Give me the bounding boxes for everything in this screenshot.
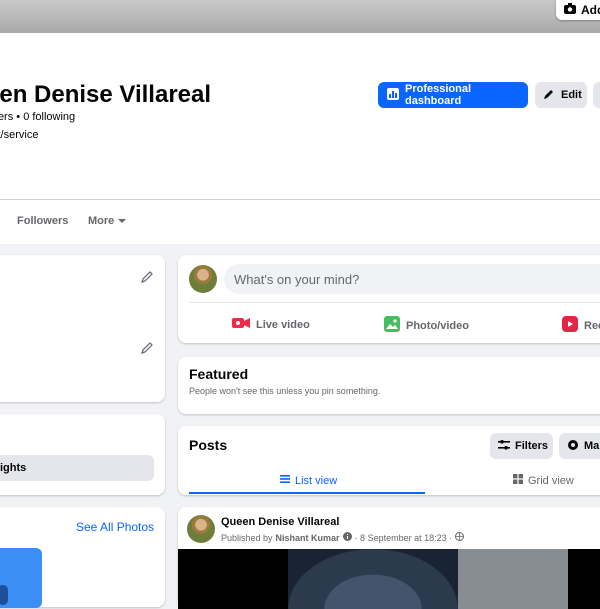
live-video-icon bbox=[232, 316, 250, 333]
reel-icon bbox=[562, 316, 578, 335]
post-image[interactable] bbox=[178, 549, 600, 609]
photo-video-button[interactable]: Photo/video bbox=[384, 316, 469, 335]
live-video-label: Live video bbox=[256, 318, 310, 331]
tab-followers[interactable]: Followers bbox=[17, 215, 68, 227]
tab-more-label: More bbox=[88, 215, 115, 227]
featured-subtitle: People won't see this unless you pin som… bbox=[189, 386, 381, 396]
see-all-photos-link[interactable]: See All Photos bbox=[76, 520, 154, 534]
caret-down-icon bbox=[118, 215, 127, 227]
whats-on-your-mind-input[interactable]: What's on your mind? bbox=[224, 264, 600, 294]
photo-thumbnail-detail bbox=[0, 585, 8, 605]
pencil-icon bbox=[543, 88, 555, 103]
list-icon bbox=[280, 474, 290, 487]
filters-label: Filters bbox=[515, 440, 549, 452]
photo-video-label: Photo/video bbox=[406, 319, 469, 332]
cover-photo bbox=[0, 0, 600, 33]
avatar[interactable] bbox=[189, 265, 217, 293]
post-author-avatar[interactable] bbox=[187, 515, 215, 543]
header-divider bbox=[0, 199, 600, 200]
profile-stats[interactable]: wers • 0 following bbox=[0, 111, 75, 123]
profile-category: ct/service bbox=[0, 129, 39, 141]
active-tab-indicator bbox=[189, 492, 425, 494]
tab-grid-view[interactable]: Grid view bbox=[513, 474, 574, 487]
professional-dashboard-button[interactable]: Professional dashboard bbox=[378, 82, 528, 108]
post-date[interactable]: · 8 September at 18:23 · bbox=[355, 533, 453, 543]
tab-list-view[interactable]: List view bbox=[280, 474, 337, 487]
dashboard-label: Professional dashboard bbox=[405, 83, 472, 107]
filters-button[interactable]: Filters bbox=[490, 433, 553, 459]
more-options-button[interactable] bbox=[593, 82, 600, 108]
reel-button[interactable]: Ree bbox=[562, 316, 600, 335]
dashboard-icon bbox=[387, 87, 399, 103]
add-cover-label: Add bbox=[581, 3, 600, 17]
composer-divider bbox=[189, 302, 600, 303]
post-author-name[interactable]: Queen Denise Villareal bbox=[221, 516, 339, 528]
post-publisher[interactable]: Nishant Kumar bbox=[276, 533, 340, 543]
tab-more[interactable]: More bbox=[88, 215, 127, 227]
post-image-subject bbox=[288, 549, 458, 609]
edit-label: Edit bbox=[561, 89, 582, 101]
edit-button[interactable]: Edit bbox=[535, 82, 587, 108]
post-meta-prefix: Published by bbox=[221, 532, 273, 543]
globe-icon bbox=[455, 532, 465, 543]
add-cover-photo-button[interactable]: Add bbox=[556, 0, 600, 20]
profile-name: een Denise Villareal bbox=[0, 81, 212, 108]
insights-button[interactable]: ights bbox=[0, 455, 154, 481]
list-view-label: List view bbox=[295, 474, 338, 487]
info-icon[interactable] bbox=[342, 532, 352, 543]
grid-view-label: Grid view bbox=[528, 474, 574, 487]
camera-icon bbox=[564, 3, 576, 17]
post-meta: Published by Nishant Kumar · 8 September… bbox=[221, 532, 465, 543]
posts-title: Posts bbox=[189, 437, 228, 453]
profile-header: een Denise Villareal wers • 0 following … bbox=[0, 33, 600, 244]
edit-pencil-icon[interactable] bbox=[140, 270, 154, 284]
photo-video-icon bbox=[384, 316, 400, 335]
grid-icon bbox=[513, 474, 523, 487]
manage-posts-button[interactable]: Ma bbox=[559, 433, 600, 459]
manage-label: Ma bbox=[584, 440, 600, 452]
live-video-button[interactable]: Live video bbox=[232, 316, 310, 333]
gear-icon bbox=[567, 439, 579, 454]
featured-title: Featured bbox=[189, 366, 249, 382]
filters-icon bbox=[498, 439, 510, 453]
edit-pencil-icon[interactable] bbox=[140, 341, 154, 355]
post-image-background bbox=[458, 549, 568, 609]
reel-label: Ree bbox=[584, 319, 600, 332]
